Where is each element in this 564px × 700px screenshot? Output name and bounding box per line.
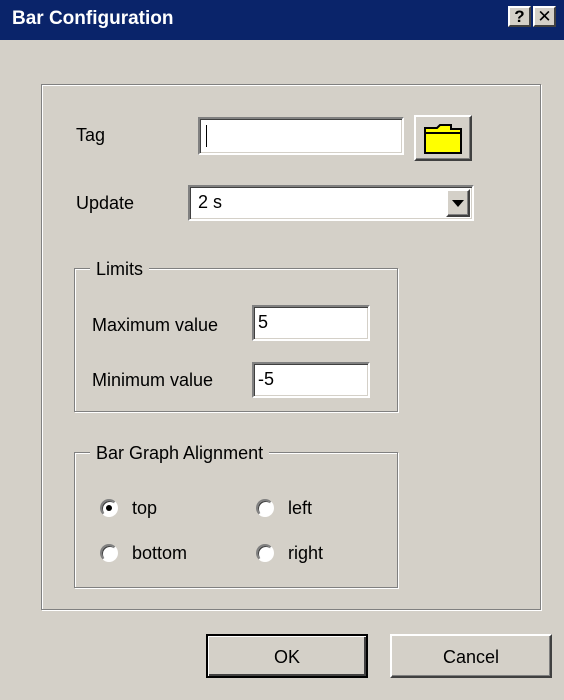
radio-right-circle[interactable] [256, 544, 274, 562]
folder-icon [424, 124, 462, 154]
update-dropdown-button[interactable] [446, 189, 470, 217]
radio-top-label: top [132, 498, 158, 518]
min-value-input[interactable]: -5 [252, 362, 370, 398]
radio-bottom-circle[interactable] [100, 544, 118, 562]
min-value: -5 [258, 369, 275, 389]
min-value-label: Minimum value [92, 370, 214, 390]
radio-left[interactable]: left [256, 498, 376, 522]
max-value-label: Maximum value [92, 315, 219, 335]
radio-top-circle[interactable] [100, 499, 118, 517]
limits-legend: Limits [90, 259, 150, 280]
update-label: Update [76, 193, 135, 213]
browse-tag-button[interactable] [414, 115, 472, 161]
radio-right-label: right [288, 543, 324, 563]
radio-left-label: left [288, 498, 313, 518]
chevron-down-icon [452, 200, 464, 207]
update-select[interactable]: 2 s [188, 185, 474, 221]
window-title: Bar Configuration [12, 8, 174, 29]
alignment-legend: Bar Graph Alignment [90, 443, 270, 464]
max-value-input[interactable]: 5 [252, 305, 370, 341]
cancel-button[interactable]: Cancel [390, 634, 552, 678]
radio-selected-dot [106, 505, 112, 511]
ok-button[interactable]: OK [206, 634, 368, 678]
tag-input[interactable] [198, 117, 404, 155]
radio-right[interactable]: right [256, 543, 376, 567]
radio-top[interactable]: top [100, 498, 220, 522]
tag-label: Tag [76, 125, 106, 145]
cancel-button-label: Cancel [442, 647, 500, 667]
update-value: 2 s [198, 192, 223, 212]
radio-bottom[interactable]: bottom [100, 543, 230, 567]
text-cursor [206, 125, 207, 147]
help-button[interactable]: ? [508, 6, 531, 27]
ok-button-label: OK [273, 647, 300, 667]
max-value: 5 [258, 312, 269, 332]
radio-left-circle[interactable] [256, 499, 274, 517]
radio-bottom-label: bottom [132, 543, 188, 563]
close-button[interactable]: ✕ [533, 6, 556, 27]
